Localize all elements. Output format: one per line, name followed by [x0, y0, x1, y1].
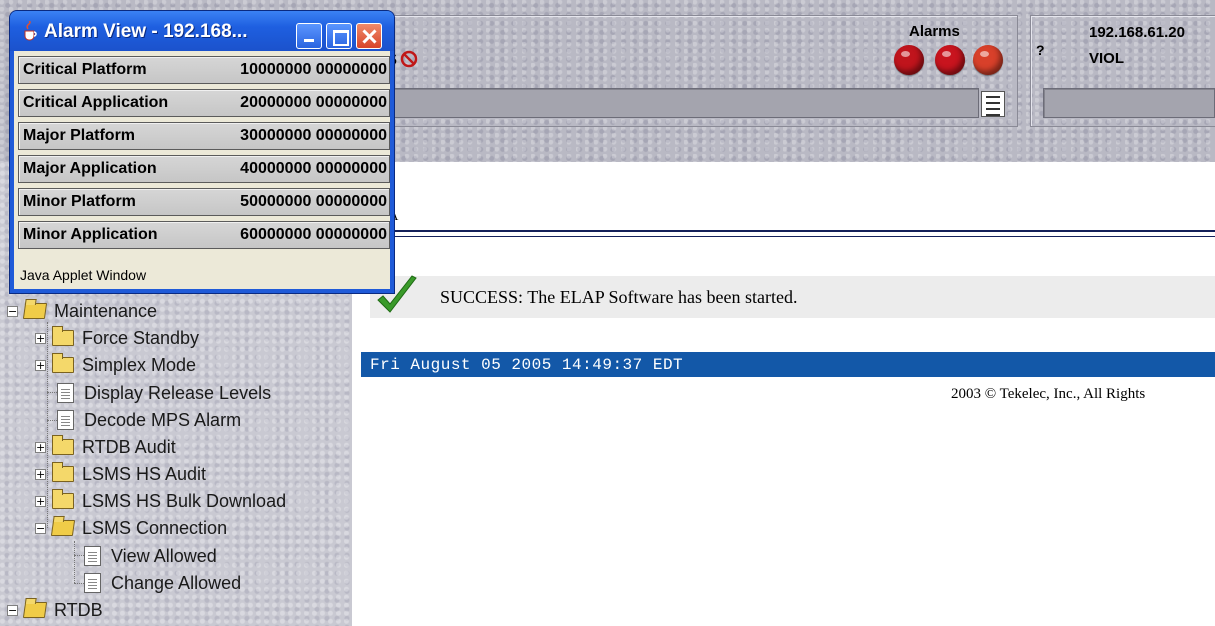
alarm-view-window[interactable]: Alarm View - 192.168... Critical Platfor…	[10, 11, 394, 293]
tree-connector	[74, 555, 84, 556]
tree-connector	[47, 420, 57, 421]
collapse-icon[interactable]: −	[7, 604, 18, 616]
nav-item-label: LSMS HS Audit	[82, 463, 207, 484]
minimize-button[interactable]	[296, 23, 322, 49]
nav-item-label: LSMS HS Bulk Download	[82, 490, 287, 511]
collapse-icon[interactable]: −	[35, 522, 46, 534]
alarms-label: Alarms	[909, 23, 960, 40]
alarm-code: 20000000 00000000	[240, 94, 387, 111]
server-ip: 192.168.61.20	[1089, 24, 1185, 41]
tree-connector	[74, 583, 84, 584]
alarm-name: Critical Platform	[23, 61, 147, 78]
nav-item-label: Simplex Mode	[82, 354, 197, 375]
tree-connector	[74, 541, 75, 583]
expand-icon[interactable]: +	[35, 359, 46, 371]
collapse-icon[interactable]: −	[7, 305, 18, 317]
open-folder-icon	[22, 602, 48, 618]
major-alarm-led[interactable]	[935, 45, 965, 75]
alarm-code: 40000000 00000000	[240, 160, 387, 177]
alarm-name: Minor Application	[23, 226, 158, 243]
nav-item-label: Maintenance	[54, 300, 158, 321]
alarm-code: 50000000 00000000	[240, 193, 387, 210]
expand-icon[interactable]: +	[35, 495, 46, 507]
folder-icon	[52, 326, 74, 346]
nav-item-lsms-hs-bulk-download[interactable]: + LSMS HS Bulk Download	[35, 489, 286, 513]
alarm-row[interactable]: Critical Application 20000000 00000000	[18, 89, 390, 117]
nav-item-change-allowed[interactable]: Change Allowed	[84, 571, 241, 595]
page-icon	[57, 410, 74, 430]
heading-divider	[352, 236, 1215, 237]
page-icon	[84, 573, 101, 593]
nav-item-label: RTDB Audit	[82, 436, 176, 457]
nav-item-lsms-connection[interactable]: − LSMS Connection	[35, 516, 227, 540]
server-status-bar	[1043, 88, 1215, 118]
heading-divider	[352, 230, 1215, 232]
prohibited-icon	[400, 50, 418, 68]
nav-item-maintenance[interactable]: − Maintenance	[7, 299, 157, 323]
folder-icon	[52, 435, 74, 455]
window-title: Alarm View - 192.168...	[44, 21, 248, 42]
server-state: VIOL	[1089, 50, 1125, 67]
nav-item-lsms-hs-audit[interactable]: + LSMS HS Audit	[35, 462, 206, 486]
tree-connector	[47, 392, 57, 393]
success-message: SUCCESS: The ELAP Software has been star…	[440, 287, 798, 307]
expand-icon[interactable]: +	[35, 332, 46, 344]
alarm-row[interactable]: Minor Platform 50000000 00000000	[18, 188, 390, 216]
maximize-button[interactable]	[326, 23, 352, 49]
alarm-row[interactable]: Critical Platform 10000000 00000000	[18, 56, 390, 84]
nav-item-view-allowed[interactable]: View Allowed	[84, 544, 217, 568]
alarm-code: 60000000 00000000	[240, 226, 387, 243]
folder-icon	[52, 462, 74, 482]
nav-item-label: RTDB	[54, 599, 103, 620]
nav-item-rtdb[interactable]: − RTDB	[7, 598, 103, 622]
window-title-bar[interactable]: Alarm View - 192.168...	[10, 11, 394, 51]
notes-icon[interactable]	[981, 91, 1005, 117]
close-button[interactable]	[356, 23, 382, 49]
folder-icon	[52, 353, 74, 373]
alarm-code: 10000000 00000000	[240, 61, 387, 78]
copyright-notice: 2003 © Tekelec, Inc., All Rights	[951, 386, 1146, 402]
alarm-name: Critical Application	[23, 94, 169, 111]
alarm-row[interactable]: Minor Application 60000000 00000000	[18, 221, 390, 249]
open-folder-icon	[50, 520, 76, 536]
minor-alarm-led[interactable]	[973, 45, 1003, 75]
applet-window-label: Java Applet Window	[20, 267, 147, 283]
nav-item-label: Display Release Levels	[84, 382, 272, 403]
help-question-mark[interactable]: ?	[1036, 42, 1045, 58]
page-icon	[57, 383, 74, 403]
expand-icon[interactable]: +	[35, 468, 46, 480]
alarm-code: 30000000 00000000	[240, 127, 387, 144]
nav-item-display-release-levels[interactable]: Display Release Levels	[57, 381, 271, 405]
status-message-bar	[360, 88, 979, 118]
alarm-row[interactable]: Major Platform 30000000 00000000	[18, 122, 390, 150]
nav-item-simplex-mode[interactable]: + Simplex Mode	[35, 353, 196, 377]
critical-alarm-led[interactable]	[894, 45, 924, 75]
nav-item-force-standby[interactable]: + Force Standby	[35, 326, 199, 350]
open-folder-icon	[22, 303, 48, 319]
nav-item-decode-mps-alarm[interactable]: Decode MPS Alarm	[57, 408, 241, 432]
folder-icon	[52, 489, 74, 509]
nav-item-rtdb-audit[interactable]: + RTDB Audit	[35, 435, 176, 459]
window-body: Critical Platform 10000000 00000000 Crit…	[14, 51, 390, 289]
nav-item-label: Change Allowed	[111, 572, 242, 593]
timestamp: Fri August 05 2005 14:49:37 EDT	[370, 356, 684, 374]
nav-item-label: Force Standby	[82, 327, 200, 348]
alarm-row[interactable]: Major Application 40000000 00000000	[18, 155, 390, 183]
page-icon	[84, 546, 101, 566]
nav-item-label: LSMS Connection	[82, 517, 228, 538]
alarm-name: Major Application	[23, 160, 157, 177]
nav-item-label: Decode MPS Alarm	[84, 409, 242, 430]
expand-icon[interactable]: +	[35, 441, 46, 453]
nav-item-label: View Allowed	[111, 545, 217, 566]
java-cup-icon	[24, 21, 37, 41]
alarm-name: Major Platform	[23, 127, 136, 144]
alarm-name: Minor Platform	[23, 193, 136, 210]
